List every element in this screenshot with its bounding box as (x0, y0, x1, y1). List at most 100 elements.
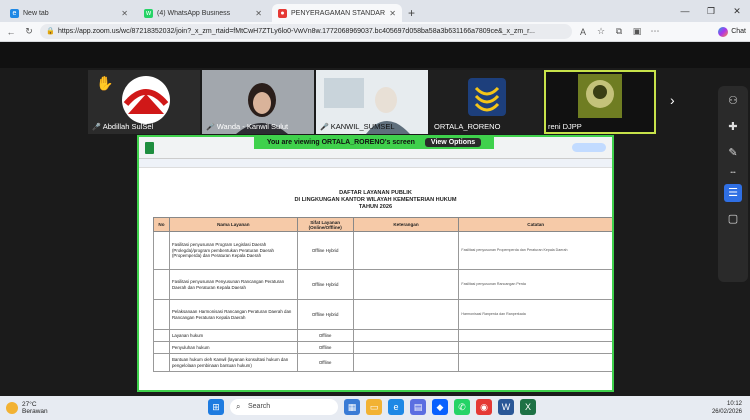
viewing-banner: You are viewing ORTALA_RORENO's screen V… (254, 135, 494, 149)
table-row: Fasilitasi penyusunan Program Legislasi … (153, 231, 612, 270)
maximize-icon[interactable]: ❐ (698, 0, 724, 22)
close-icon[interactable]: ✕ (389, 9, 396, 18)
apps-icon[interactable]: ⚇ (724, 92, 742, 110)
copilot-icon (718, 26, 729, 37)
browser-toolbar: ← ↻ 🔒 https://app.zoom.us/wc/87218352032… (0, 22, 750, 42)
cell-nama: Pelaksanaan Harmonisasi Rancangan Peratu… (168, 299, 298, 330)
browser-tab-bar: e New tab ✕ w (4) WhatsApp Business ✕ ● … (0, 0, 750, 22)
note-line: Fasilitasi penyusunan Propemperda dan Pe… (461, 248, 568, 253)
cell-nama: Penyuluhan hukum (168, 341, 298, 354)
cell-sifat: Offline Hybrid (296, 269, 354, 300)
tab-label: PENYERAGAMAN STANDAR P (291, 9, 386, 17)
clock-date: 26/02/2026 (711, 409, 742, 415)
collections-icon[interactable]: ▣ (630, 26, 644, 37)
doc-title-line: DI LINGKUNGAN KANTOR WILAYAH KEMENTERIAN… (294, 197, 457, 203)
whatsapp-icon[interactable]: ✆ (454, 399, 470, 415)
search-icon: ⌕ (236, 402, 241, 411)
close-window-icon[interactable]: ✕ (724, 0, 750, 22)
participant-tile[interactable]: ORTALA_RORENO (430, 70, 542, 134)
cell-cat: Fasilitasi penyusunan Propemperda dan Pe… (458, 231, 612, 270)
file-explorer-icon[interactable]: ▭ (366, 399, 382, 415)
cell-no (153, 353, 170, 372)
camera-icon[interactable]: ▢ (724, 210, 742, 228)
search-label: Search (248, 403, 271, 410)
widgets-icon[interactable]: ▦ (344, 399, 360, 415)
cell-cat (458, 329, 612, 342)
cell-ket (352, 341, 460, 354)
document-body: DAFTAR LAYANAN PUBLIK DI LINGKUNGAN KANT… (139, 168, 612, 211)
services-table: No Nama Layanan Sifat Layanan (Online/Of… (153, 217, 612, 372)
system-clock[interactable]: 10:12 26/02/2026 (712, 400, 742, 416)
taskbar-center: ⊞ ⌕ Search ▦ ▭ e ▤ ◆ ✆ ◉ W X (208, 399, 536, 415)
minimize-icon[interactable]: — (672, 0, 698, 22)
participant-tile[interactable]: 🎤 Wanda - Kanwil Sulut (202, 70, 314, 134)
cell-cat: Harmonisasi Ranperda dan Ranperkada (458, 299, 612, 330)
cell-sifat: Offline (296, 329, 354, 342)
col-header: Keterangan (352, 217, 460, 232)
refresh-icon[interactable]: ↻ (22, 26, 36, 37)
favorite-icon[interactable]: ☆ (594, 26, 608, 37)
cell-no (153, 341, 170, 354)
zoom-top-area (0, 42, 750, 68)
clock-time: 10:12 (726, 401, 742, 407)
cell-sifat: Offline Hybrid (296, 231, 354, 270)
cell-cat (458, 353, 612, 372)
participant-tile[interactable]: ✋ 🎤 Abdillah SulSel (88, 70, 200, 134)
read-aloud-icon[interactable]: A (576, 27, 590, 37)
tab-zoom-meeting[interactable]: ● PENYERAGAMAN STANDAR P ✕ (272, 4, 402, 22)
cell-cat (458, 341, 612, 354)
note-line: Fasilitasi penyusunan Rancangan Perda (461, 282, 526, 287)
participant-tile[interactable]: 🎤 KANWIL_SUMSEL (316, 70, 428, 134)
toolbar-divider: ••• (730, 170, 736, 176)
close-icon[interactable]: ✕ (121, 9, 128, 18)
participant-name: ORTALA_RORENO (434, 122, 501, 131)
address-bar[interactable]: 🔒 https://app.zoom.us/wc/87218352032/joi… (40, 24, 572, 39)
cell-ket (352, 231, 460, 270)
more-icon[interactable]: ⋯ (648, 26, 662, 37)
excel-icon[interactable]: X (520, 399, 536, 415)
new-tab-button[interactable]: + (408, 4, 415, 22)
muted-mic-icon: 🎤 (92, 124, 101, 131)
zoom-icon: ● (278, 8, 287, 18)
participant-strip: ✋ 🎤 Abdillah SulSel 🎤 Wanda - Kanwil Sulut (88, 70, 688, 134)
windows-start-icon[interactable]: ⊞ (208, 399, 224, 415)
cell-no (153, 231, 170, 270)
tab-new-tab[interactable]: e New tab ✕ (4, 4, 134, 22)
view-options-button[interactable]: View Options (424, 137, 482, 147)
desktop-window: e New tab ✕ w (4) WhatsApp Business ✕ ● … (0, 0, 750, 420)
edge-icon[interactable]: e (388, 399, 404, 415)
participant-tile-active-speaker[interactable]: reni DJPP (544, 70, 656, 134)
extensions-icon[interactable]: ⧉ (612, 26, 626, 37)
back-icon[interactable]: ← (4, 27, 18, 37)
cell-sifat: Offline (296, 353, 354, 372)
chrome-icon[interactable]: ◉ (476, 399, 492, 415)
url-text: https://app.zoom.us/wc/87218352032/join?… (58, 28, 535, 35)
whiteboard-icon[interactable]: ✚ (724, 118, 742, 136)
tab-label: New tab (23, 9, 49, 17)
edge-icon: e (10, 8, 19, 18)
close-icon[interactable]: ✕ (255, 9, 262, 18)
tab-whatsapp[interactable]: w (4) WhatsApp Business ✕ (138, 4, 268, 22)
muted-mic-icon: 🎤 (206, 124, 215, 131)
notes-icon[interactable]: ☰ (724, 184, 742, 202)
weather-widget[interactable]: 27°C Berawan (6, 401, 48, 415)
sheets-icon (145, 141, 154, 154)
doc-title-line: TAHUN 2026 (358, 204, 393, 210)
dropbox-icon[interactable]: ◆ (432, 399, 448, 415)
taskbar-search[interactable]: ⌕ Search (230, 399, 338, 415)
cell-ket (352, 353, 460, 372)
lock-icon: 🔒 (46, 28, 55, 35)
word-icon[interactable]: W (498, 399, 514, 415)
copilot-button[interactable]: Chat (718, 26, 746, 37)
chevron-right-icon[interactable]: › (670, 92, 675, 108)
annotate-icon[interactable]: ✎ (724, 144, 742, 162)
shared-screen: DAFTAR LAYANAN PUBLIK DI LINGKUNGAN KANT… (137, 135, 614, 392)
participant-name: Abdillah SulSel (102, 122, 154, 131)
store-icon[interactable]: ▤ (410, 399, 426, 415)
muted-mic-icon: 🎤 (320, 124, 329, 131)
participant-name: KANWIL_SUMSEL (330, 122, 395, 131)
zoom-side-toolbar: ⚇ ✚ ✎ ••• ☰ ▢ (718, 86, 748, 282)
table-row: Layanan hukum Offline (153, 329, 612, 342)
cell-ket (352, 329, 460, 342)
cell-no (153, 299, 170, 330)
